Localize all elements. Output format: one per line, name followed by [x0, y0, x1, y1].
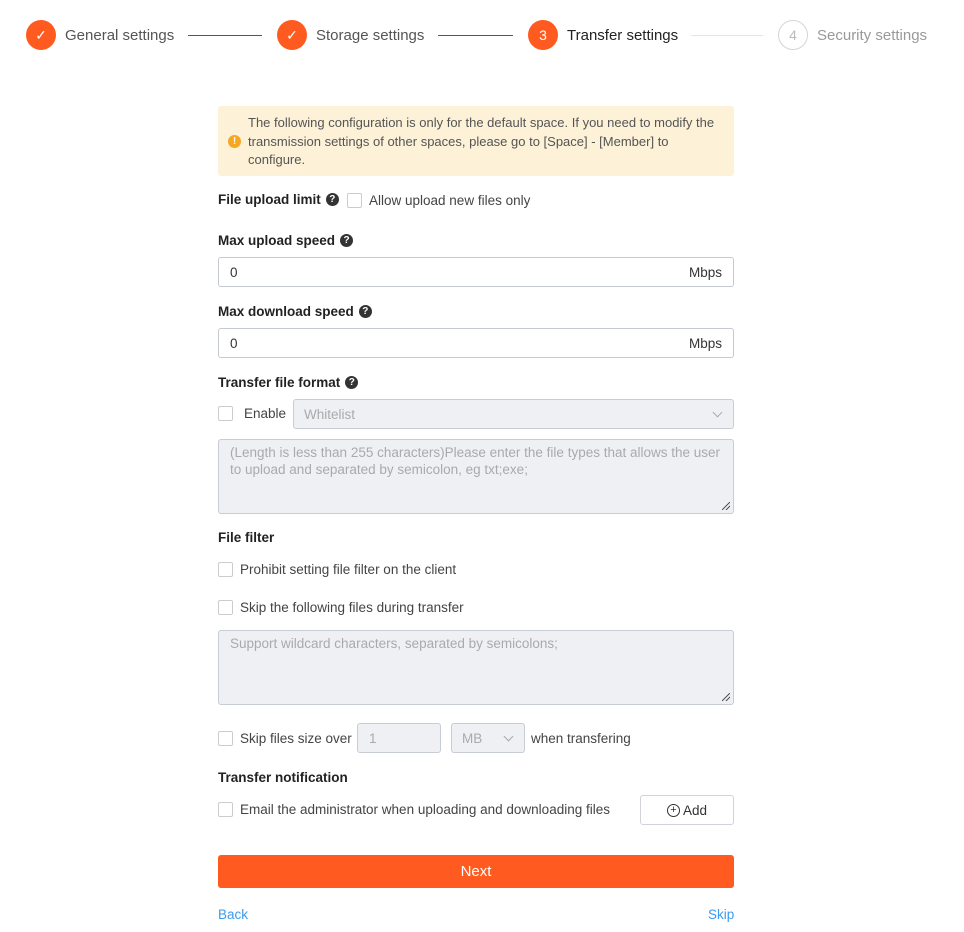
- plus-circle-icon: +: [666, 803, 680, 817]
- check-icon: ✓: [277, 20, 307, 50]
- chevron-down-icon: [712, 407, 723, 417]
- skip-files-textarea[interactable]: Support wildcard characters, separated b…: [218, 630, 734, 705]
- unit-label: Mbps: [688, 335, 722, 351]
- resize-handle-icon[interactable]: [722, 502, 730, 510]
- help-icon[interactable]: ?: [325, 193, 339, 206]
- step-connector: [438, 35, 513, 36]
- email-admin-label: Email the administrator when uploading a…: [240, 802, 610, 817]
- size-suffix-label: when transfering: [531, 731, 631, 746]
- size-value-input[interactable]: 1: [357, 723, 441, 753]
- prohibit-filter-checkbox[interactable]: [218, 562, 233, 577]
- next-button[interactable]: Next: [218, 855, 734, 888]
- step-security-settings: 4 Security settings: [778, 20, 927, 50]
- check-icon: ✓: [26, 20, 56, 50]
- format-mode-select[interactable]: Whitelist: [293, 399, 734, 429]
- max-upload-label: Max upload speed?: [218, 233, 354, 248]
- step-transfer-settings: 3 Transfer settings: [528, 20, 678, 50]
- help-icon[interactable]: ?: [345, 376, 359, 389]
- size-unit-select[interactable]: MB: [451, 723, 525, 753]
- help-icon[interactable]: ?: [358, 305, 372, 318]
- enable-label: Enable: [244, 406, 287, 421]
- max-download-label: Max download speed?: [218, 304, 372, 319]
- transfer-format-label: Transfer file format?: [218, 375, 359, 390]
- chevron-down-icon: [503, 731, 514, 741]
- step-general-settings[interactable]: ✓ General settings: [26, 20, 174, 50]
- skip-files-checkbox[interactable]: [218, 600, 233, 615]
- max-download-input[interactable]: 0 Mbps: [218, 328, 734, 358]
- step-label: Transfer settings: [567, 26, 679, 44]
- skip-files-label: Skip the following files during transfer: [240, 600, 464, 615]
- step-connector: [188, 35, 262, 36]
- resize-handle-icon[interactable]: [722, 693, 730, 701]
- skip-link[interactable]: Skip: [708, 907, 734, 922]
- file-types-textarea[interactable]: (Length is less than 255 characters)Plea…: [218, 439, 734, 514]
- file-filter-label: File filter: [218, 530, 275, 545]
- allow-new-files-checkbox[interactable]: [347, 193, 362, 208]
- alert-text: The following configuration is only for …: [248, 115, 715, 167]
- skip-size-label: Skip files size over: [240, 731, 352, 746]
- info-alert: ! The following configuration is only fo…: [218, 106, 734, 176]
- file-upload-limit-label: File upload limit?: [218, 192, 339, 207]
- transfer-notification-label: Transfer notification: [218, 770, 348, 785]
- step-number: 4: [778, 20, 808, 50]
- email-admin-checkbox[interactable]: [218, 802, 233, 817]
- skip-size-checkbox[interactable]: [218, 731, 233, 746]
- step-label: Security settings: [817, 26, 928, 44]
- enable-format-checkbox[interactable]: [218, 406, 233, 421]
- prohibit-filter-label: Prohibit setting file filter on the clie…: [240, 562, 457, 577]
- step-storage-settings[interactable]: ✓ Storage settings: [277, 20, 424, 50]
- step-number: 3: [528, 20, 558, 50]
- warning-icon: !: [228, 135, 241, 148]
- back-link[interactable]: Back: [218, 907, 248, 922]
- allow-new-files-label: Allow upload new files only: [369, 193, 531, 208]
- add-button[interactable]: + Add: [640, 795, 734, 825]
- step-label: Storage settings: [316, 26, 425, 44]
- unit-label: Mbps: [688, 264, 722, 280]
- step-connector: [691, 35, 763, 36]
- help-icon[interactable]: ?: [340, 234, 354, 247]
- max-upload-input[interactable]: 0 Mbps: [218, 257, 734, 287]
- step-label: General settings: [65, 26, 175, 44]
